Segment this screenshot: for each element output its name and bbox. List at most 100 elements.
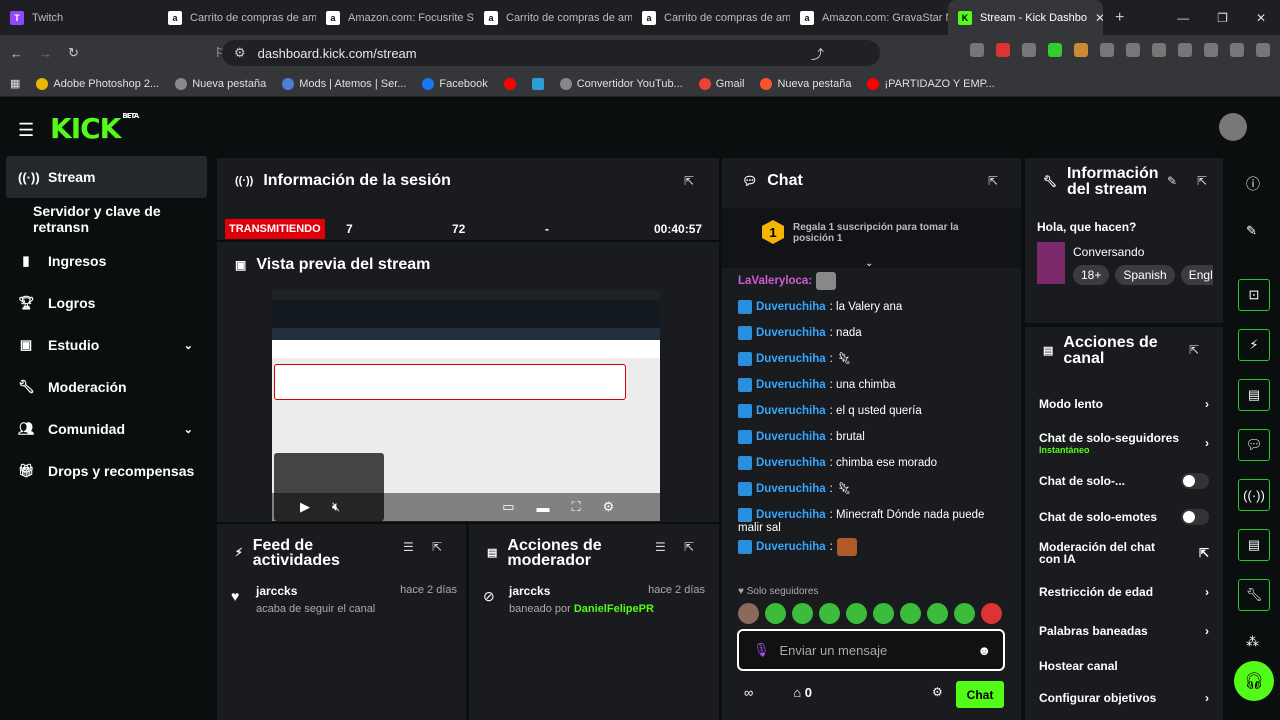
bookmark-item[interactable]: ¡PARTIDAZO Y EMP...: [867, 77, 995, 90]
emote-image[interactable]: [981, 603, 1002, 624]
support-headset-icon[interactable]: 🎧︎: [1234, 661, 1274, 701]
bookmark-item[interactable]: Nueva pestaña: [175, 77, 266, 90]
bookmark-item[interactable]: Convertidor YouTub...: [559, 77, 683, 90]
info-icon[interactable]: ⓘ: [1246, 174, 1260, 194]
chat-message-input[interactable]: 🎙︎ Enviar un mensaje ☻: [737, 629, 1005, 671]
sidebar-icon[interactable]: [1152, 43, 1166, 57]
popout-icon[interactable]: ⇱: [988, 174, 998, 188]
tab-amazon-focusrite[interactable]: a Amazon.com: Focusrite S: [316, 0, 474, 35]
kick-logo[interactable]: KICK BETA: [50, 112, 139, 145]
emote-image[interactable]: [927, 603, 948, 624]
popout-icon[interactable]: ⇱: [432, 540, 442, 554]
sidebar-item-stream[interactable]: ((·)) Stream: [6, 156, 207, 198]
sidebar-item-achievements[interactable]: 🏆︎ Logros: [0, 282, 215, 324]
settings-icon[interactable]: ⚙: [603, 499, 615, 515]
subs-only-toggle[interactable]: [1181, 473, 1209, 489]
settings-icon[interactable]: ⚙: [932, 685, 943, 699]
emote-image[interactable]: [846, 603, 867, 624]
tab-amazon-cart-1[interactable]: a Carrito de compras de am: [158, 0, 316, 35]
host-channel-setting[interactable]: Hostear canal: [1025, 659, 1223, 673]
edit-icon[interactable]: ✎: [1246, 223, 1257, 239]
wrench-icon[interactable]: 🔧︎: [1238, 579, 1270, 611]
bookmark-item[interactable]: [531, 77, 544, 90]
tab-amazon-cart-3[interactable]: a Carrito de compras de am: [632, 0, 790, 35]
age-restriction-setting[interactable]: Restricción de edad ›: [1025, 585, 1223, 599]
popout-icon[interactable]: ⇱: [684, 540, 694, 554]
gift-leaderboard[interactable]: 1 Regala 1 suscripción para tomar la pos…: [722, 208, 1021, 269]
url-bar[interactable]: ⚙ dashboard.kick.com/stream ⤴: [222, 40, 880, 66]
emote-image[interactable]: [873, 603, 894, 624]
forward-icon[interactable]: →: [39, 46, 52, 61]
back-icon[interactable]: ←: [10, 46, 23, 61]
tab-amazon-gravastar[interactable]: a Amazon.com: GravaStar M: [790, 0, 948, 35]
extension-icon[interactable]: [1074, 43, 1088, 57]
bookmark-item[interactable]: Mods | Atemos | Ser...: [282, 77, 406, 90]
category-name[interactable]: Conversando: [1073, 245, 1144, 259]
category-thumbnail[interactable]: [1037, 242, 1065, 284]
goals-setting[interactable]: Configurar objetivos ›: [1025, 691, 1223, 705]
emote-image[interactable]: [792, 603, 813, 624]
chat-bubble-icon[interactable]: 💬︎: [1238, 429, 1270, 461]
play-icon[interactable]: ▶: [300, 499, 310, 515]
extension-icon[interactable]: [970, 43, 984, 57]
store-icon[interactable]: ⌂ 0: [793, 685, 812, 700]
theater-icon[interactable]: ▬: [537, 500, 550, 515]
followers-only-setting[interactable]: Chat de solo-seguidores Instantáneo ›: [1025, 431, 1223, 455]
sidebar-item-studio[interactable]: ▣ Estudio ⌄: [0, 324, 215, 366]
tab-twitch[interactable]: T Twitch: [0, 0, 158, 35]
bookmark-item[interactable]: Adobe Photoshop 2...: [36, 77, 159, 90]
extension-icon[interactable]: [996, 43, 1010, 57]
extension-icon[interactable]: [1126, 43, 1140, 57]
filter-icon[interactable]: ☰: [655, 540, 666, 554]
tab-kick-dashboard[interactable]: K Stream - Kick Dashbo ✕: [948, 0, 1103, 35]
emotes-only-toggle[interactable]: [1181, 509, 1209, 525]
apps-icon[interactable]: ▦: [10, 77, 20, 90]
edit-icon[interactable]: ✎: [1167, 174, 1177, 188]
pip-icon[interactable]: ▭: [502, 499, 514, 515]
emote-image[interactable]: [765, 603, 786, 624]
kick-points-icon[interactable]: ⁂: [1246, 634, 1259, 650]
reload-icon[interactable]: ↻: [68, 45, 79, 61]
send-chat-button[interactable]: Chat: [956, 681, 1004, 708]
banned-words-setting[interactable]: Palabras baneadas ›: [1025, 624, 1223, 638]
document-icon[interactable]: ▤: [1238, 379, 1270, 411]
emote-image[interactable]: [900, 603, 921, 624]
ai-moderation-setting[interactable]: Moderación del chat con IA ⇱: [1025, 541, 1223, 565]
new-tab-button[interactable]: +: [1115, 9, 1124, 27]
bookmark-item[interactable]: Nueva pestaña: [760, 77, 851, 90]
tab-amazon-cart-2[interactable]: a Carrito de compras de am: [474, 0, 632, 35]
fullscreen-icon[interactable]: ⛶: [572, 499, 581, 515]
hamburger-menu-icon[interactable]: ☰: [18, 120, 34, 141]
close-tab-icon[interactable]: ✕: [1095, 11, 1103, 25]
stream-preview-video[interactable]: ▶ 🔇︎ ▭ ▬ ⛶ ⚙: [272, 290, 660, 521]
sidebar-item-community[interactable]: 👥︎ Comunidad ⌄: [0, 408, 215, 450]
screenshot-icon[interactable]: ⊡: [1238, 279, 1270, 311]
user-avatar[interactable]: [1219, 113, 1247, 141]
emoji-icon[interactable]: ☻: [977, 643, 991, 658]
bookmark-item[interactable]: [503, 77, 516, 90]
extension-icon[interactable]: [1022, 43, 1036, 57]
popout-icon[interactable]: ⇱: [1197, 174, 1207, 188]
mute-icon[interactable]: 🔇︎: [332, 499, 340, 515]
close-window-icon[interactable]: ✕: [1256, 11, 1266, 25]
sidebar-item-moderation[interactable]: 🔧︎ Moderación: [0, 366, 215, 408]
lightning-icon[interactable]: ⚡︎: [1238, 329, 1270, 361]
sidebar-item-income[interactable]: ▮ Ingresos: [0, 240, 215, 282]
shield-icon[interactable]: [1230, 43, 1244, 57]
emote-image[interactable]: [738, 603, 759, 624]
maximize-icon[interactable]: ❐: [1217, 11, 1228, 25]
filter-icon[interactable]: ☰: [403, 540, 414, 554]
emote-image[interactable]: [819, 603, 840, 624]
site-info-icon[interactable]: ⚙: [234, 45, 246, 61]
broadcast-icon[interactable]: ((·)): [1238, 479, 1270, 511]
popout-icon[interactable]: ⇱: [1189, 343, 1199, 357]
list-icon[interactable]: ▤: [1238, 529, 1270, 561]
share-icon[interactable]: ⤴: [811, 44, 824, 63]
sidebar-item-drops[interactable]: 🎁︎ Drops y recompensas: [0, 450, 215, 492]
popout-icon[interactable]: ⇱: [684, 174, 694, 188]
extension-icon[interactable]: [1204, 43, 1218, 57]
slow-mode-setting[interactable]: Modo lento ›: [1025, 397, 1223, 411]
kick-points-icon[interactable]: ∞: [744, 685, 753, 700]
wallet-icon[interactable]: [1178, 43, 1192, 57]
bookmark-item[interactable]: Facebook: [422, 77, 488, 90]
